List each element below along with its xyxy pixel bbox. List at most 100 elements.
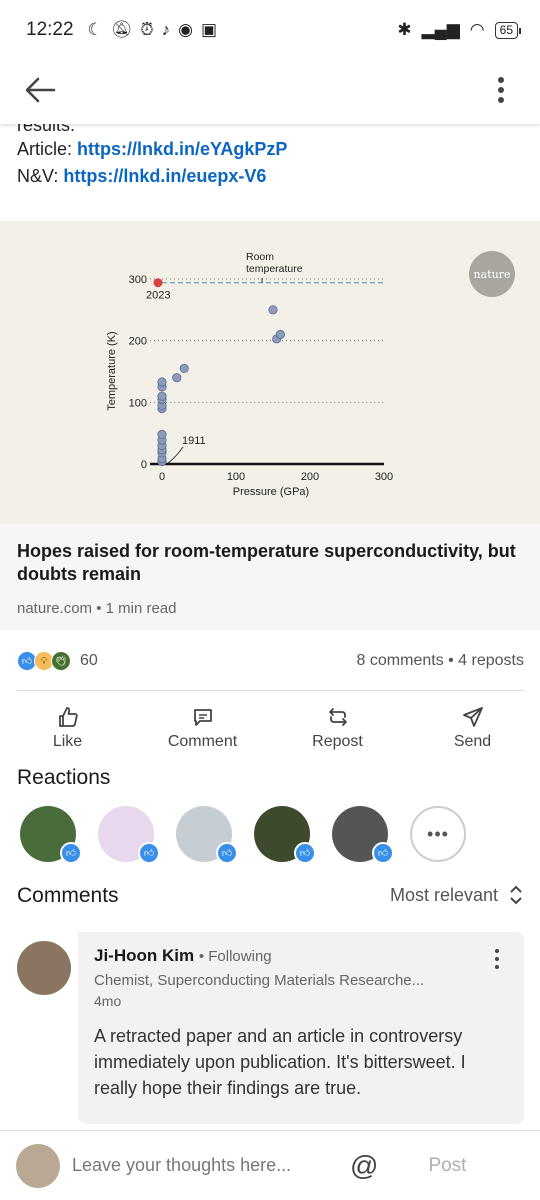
repost-icon	[328, 708, 347, 726]
nv-link[interactable]: https://lnkd.in/euepx-V6	[63, 166, 266, 186]
reactions-heading: Reactions	[17, 766, 111, 789]
article-link[interactable]: https://lnkd.in/eYAgkPzP	[77, 139, 287, 159]
sort-dropdown[interactable]: Most relevant	[390, 884, 524, 906]
comments-heading: Comments	[17, 884, 119, 907]
chart-x-tick-label: 100	[227, 471, 245, 483]
commenter-avatar[interactable]	[17, 941, 71, 995]
celebrate-reaction-icon: 👏︎	[51, 651, 71, 671]
send-icon	[462, 707, 483, 727]
chart-data-point	[157, 391, 167, 401]
post-text-clipped-line: results.	[17, 124, 76, 135]
reactor-avatar[interactable]: 👍︎	[20, 806, 82, 864]
comment-label: Comment	[167, 733, 238, 750]
article-line: Article: https://lnkd.in/eYAgkPzP	[17, 136, 522, 163]
annotation-1911-arrow	[167, 446, 184, 464]
like-badge-icon: 👍︎	[138, 842, 160, 864]
wifi-icon: ◠	[469, 20, 485, 39]
like-label: Like	[52, 733, 83, 750]
commenter-name-line: Ji-Hoon Kim • Following	[94, 946, 508, 966]
chart-data-point	[179, 363, 189, 374]
chart-y-tick-label: 200	[129, 336, 147, 348]
alarm-icon: ⏰︎	[140, 20, 154, 39]
reaction-count[interactable]: 60	[80, 652, 98, 670]
app-icon: ▣	[201, 20, 218, 39]
chart-x-tick-label: 300	[375, 471, 393, 483]
comment-button[interactable]: Comment	[135, 700, 270, 756]
mute-icon: 🔕︎	[110, 20, 133, 39]
reactor-avatar[interactable]: 👍︎	[98, 806, 160, 864]
sort-label: Most relevant	[389, 884, 498, 905]
more-reactions-button[interactable]: •••	[410, 806, 466, 862]
chart-y-tick-label: 0	[141, 459, 147, 471]
like-badge-icon: 👍︎	[60, 842, 82, 864]
superconductivity-chart: Roomtemperature 0 100 200 300 0 100 200 300 Press…	[106, 251, 393, 498]
post-text: results. Article: https://lnkd.in/eYAgkP…	[17, 124, 522, 194]
status-bar: 12:22 ☾ 🔕︎ ⏰︎ ♪ ◉ ▣ ✱ ▂▄▆ ◠ 65	[0, 0, 540, 60]
reactor-avatar[interactable]: 👍︎	[176, 806, 238, 864]
chart-x-tick-label: 200	[301, 471, 319, 483]
article-label: Article:	[17, 139, 73, 159]
comment-input[interactable]	[72, 1155, 322, 1176]
like-badge-icon: 👍︎	[294, 842, 316, 864]
commenter-name[interactable]: Ji-Hoon Kim	[94, 946, 194, 965]
chart-y-tick-label: 300	[129, 274, 147, 286]
moon-icon: ☾	[87, 20, 103, 39]
battery-icon: 65	[494, 21, 522, 39]
chart-y-axis-label: Temperature (K)	[106, 331, 118, 410]
tiktok-icon: ♪	[161, 20, 171, 39]
signal-icon: ▂▄▆	[421, 20, 460, 39]
comment-body: A retracted paper and an article in cont…	[94, 1026, 466, 1098]
following-status: • Following	[198, 948, 272, 965]
send-label: Send	[453, 733, 492, 750]
chart-highlight-point	[153, 278, 163, 288]
reactor-avatar[interactable]: 👍︎	[254, 806, 316, 864]
room-temperature-label-line1: Room	[246, 251, 274, 263]
send-button[interactable]: Send	[405, 700, 540, 756]
repost-label: Repost	[312, 733, 363, 750]
post-button[interactable]: Post	[428, 1155, 466, 1177]
reactor-avatar[interactable]: 👍︎	[332, 806, 394, 864]
social-counts: 👍︎ 💡︎ 👏︎ 60 8 comments • 4 reposts	[17, 646, 524, 676]
nature-logo: nature	[469, 251, 515, 297]
article-title: Hopes raised for room-temperature superc…	[17, 541, 516, 584]
like-badge-icon: 👍︎	[372, 842, 394, 864]
action-bar: Like Comment Repost Send	[0, 700, 540, 756]
chart-data-point	[157, 377, 167, 387]
article-meta: nature.com • 1 min read	[17, 600, 177, 617]
chart-y-tick-label: 100	[129, 397, 147, 409]
more-options-icon[interactable]	[486, 70, 516, 110]
comment-composer: @ Post	[0, 1130, 540, 1200]
annotation-1911: 1911	[182, 435, 206, 447]
commenter-headline: Chemist, Superconducting Materials Resea…	[94, 972, 425, 989]
chrome-icon: ◉	[178, 20, 193, 39]
chart-x-tick-label: 0	[159, 471, 165, 483]
divider	[17, 690, 524, 691]
comment-card: Ji-Hoon Kim • Following Chemist, Superco…	[78, 932, 524, 1124]
nv-line: N&V: https://lnkd.in/euepx-V6	[17, 163, 522, 190]
room-temperature-label-line2: temperature	[246, 263, 303, 275]
article-card-footer[interactable]: Hopes raised for room-temperature superc…	[0, 524, 540, 630]
bluetooth-icon: ✱	[397, 20, 412, 39]
back-arrow-icon[interactable]	[20, 70, 60, 110]
comment-time: 4mo	[94, 993, 122, 1009]
comment-more-icon[interactable]	[492, 948, 502, 970]
mention-icon[interactable]: @	[350, 1150, 378, 1182]
comments-reposts-count[interactable]: 8 comments • 4 reposts	[357, 652, 524, 670]
repost-button[interactable]: Repost	[270, 700, 405, 756]
reactions-avatars: 👍︎ 👍︎ 👍︎ 👍︎ 👍︎ •••	[20, 806, 480, 866]
thumbs-up-icon	[58, 707, 78, 727]
nv-label: N&V:	[17, 166, 59, 186]
my-avatar	[16, 1143, 60, 1188]
sort-chevron-icon	[510, 885, 522, 905]
reaction-icons[interactable]: 👍︎ 💡︎ 👏︎	[17, 651, 71, 671]
like-badge-icon: 👍︎	[216, 842, 238, 864]
annotation-2023: 2023	[146, 290, 170, 302]
chart-data-point	[275, 329, 285, 340]
chart-x-axis-label: Pressure (GPa)	[233, 486, 309, 498]
status-time: 12:22	[26, 19, 74, 40]
like-button[interactable]: Like	[0, 700, 135, 756]
article-card-image[interactable]: Room temperature 0 100 200 300 0 100 200 300 Press…	[0, 221, 540, 524]
chart-data-point	[268, 305, 278, 315]
chart-data-point	[172, 373, 182, 383]
comment-icon	[193, 709, 212, 726]
